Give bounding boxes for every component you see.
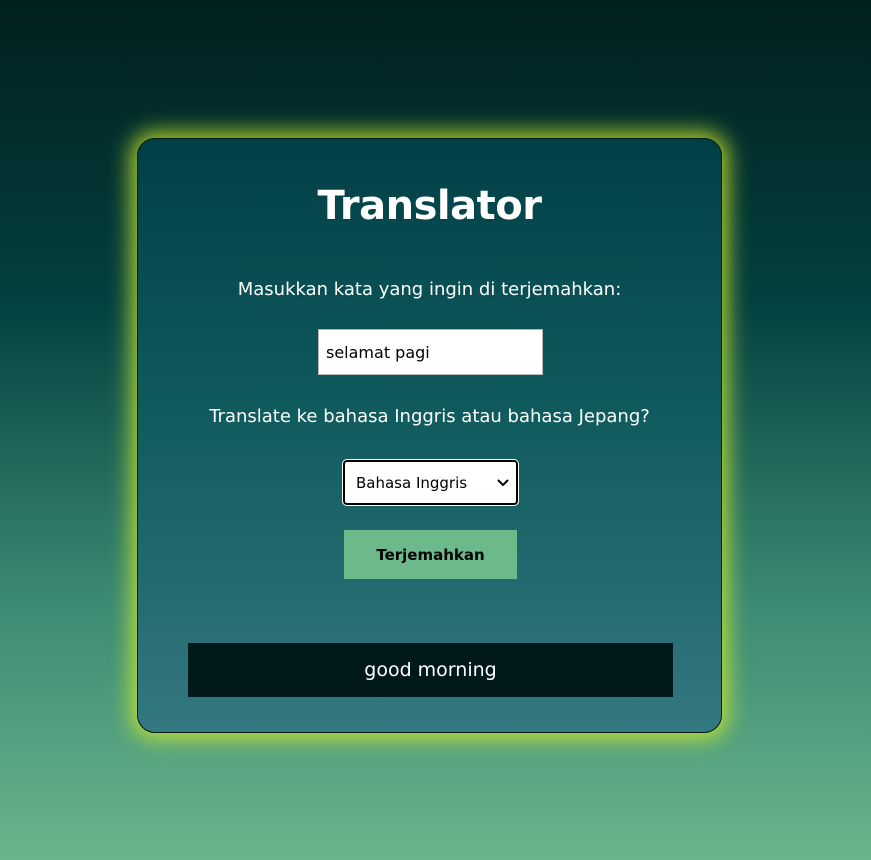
chevron-down-icon <box>496 476 510 490</box>
language-label: Translate ke bahasa Inggris atau bahasa … <box>209 406 650 427</box>
input-label: Masukkan kata yang ingin di terjemahkan: <box>237 279 622 300</box>
translator-card: Translator Masukkan kata yang ingin di t… <box>137 138 722 733</box>
language-select-value: Bahasa Inggris <box>356 473 468 492</box>
translation-result: good morning <box>188 643 673 697</box>
translate-button[interactable]: Terjemahkan <box>344 530 517 579</box>
page-title: Translator <box>317 183 542 229</box>
language-select[interactable]: Bahasa Inggris <box>342 459 519 506</box>
word-input[interactable] <box>318 329 543 375</box>
translation-result-text: good morning <box>364 659 497 681</box>
